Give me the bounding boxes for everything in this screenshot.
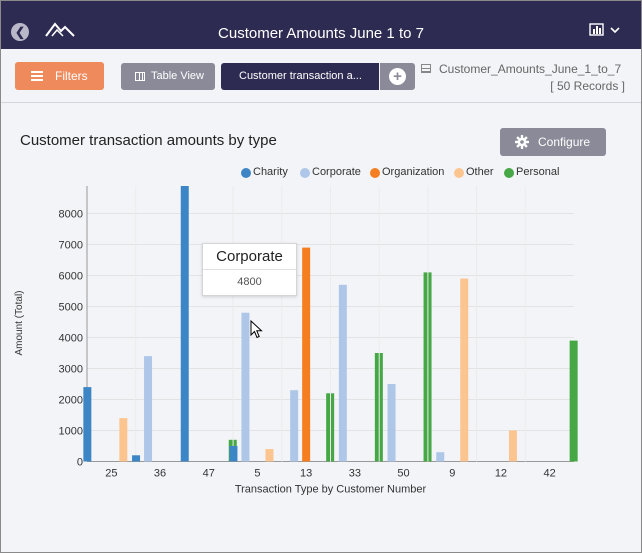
y-tick-label: 1000 xyxy=(59,426,83,438)
x-tick-label: 13 xyxy=(300,468,312,480)
mouse-pointer-icon xyxy=(250,320,263,339)
x-tick-label: 47 xyxy=(203,468,215,480)
grid-icon xyxy=(135,72,145,81)
tab-customer-transaction[interactable]: Customer transaction a... xyxy=(221,63,379,90)
legend-label: Organization xyxy=(382,166,445,178)
bar-corporate xyxy=(290,390,299,462)
bar-other xyxy=(508,430,517,462)
x-tick-label: 9 xyxy=(449,468,455,480)
gear-icon xyxy=(515,135,529,149)
legend-swatch xyxy=(504,168,514,178)
tooltip-value: 4800 xyxy=(237,276,262,288)
page-title: Customer Amounts June 1 to 7 xyxy=(218,25,424,42)
legend-label: Charity xyxy=(253,166,288,178)
filters-label: Filters xyxy=(55,69,88,83)
table-view-button[interactable]: Table View xyxy=(121,63,215,90)
app-frame: ❮ Customer Amounts June 1 to 7 Filters T… xyxy=(0,0,642,553)
y-tick-label: 4000 xyxy=(59,333,83,345)
bar-chart-dropdown-icon[interactable] xyxy=(589,23,623,39)
x-tick-label: 42 xyxy=(544,468,556,480)
toolbar: Filters Table View Customer transaction … xyxy=(1,49,641,103)
record-count: [ 50 Records ] xyxy=(550,79,625,93)
x-tick-label: 33 xyxy=(349,468,361,480)
bar-corporate xyxy=(436,452,445,462)
table-view-label: Table View xyxy=(151,70,204,82)
bar-corporate xyxy=(387,384,396,462)
bar-corporate xyxy=(338,284,347,462)
tooltip-divider xyxy=(203,269,296,270)
table-icon xyxy=(421,64,431,73)
bar-charity xyxy=(132,455,141,462)
legend-swatch xyxy=(241,168,251,178)
bar-other xyxy=(460,278,469,462)
x-tick-label: 12 xyxy=(495,468,507,480)
bar-chart: 0 1000 2000 3000 4000 5000 6000 7000 8000 25 36 47 5… xyxy=(14,186,578,496)
y-tick-label: 6000 xyxy=(59,271,83,283)
legend-label: Other xyxy=(466,166,494,178)
legend-swatch xyxy=(454,168,464,178)
x-tick-label: 36 xyxy=(154,468,166,480)
bar-organization xyxy=(302,247,311,462)
legend-label: Corporate xyxy=(312,166,361,178)
hamburger-icon xyxy=(31,71,43,81)
bar-other xyxy=(119,418,128,462)
tooltip-title: Corporate xyxy=(216,248,283,265)
filters-button[interactable]: Filters xyxy=(15,62,104,90)
dataset-name: Customer_Amounts_June_1_to_7 xyxy=(439,62,622,76)
bar-charity xyxy=(229,446,238,462)
add-view-button[interactable]: + xyxy=(380,63,415,90)
bar-charity xyxy=(83,387,92,462)
bar-charity xyxy=(180,186,189,462)
configure-label: Configure xyxy=(538,135,591,149)
plus-circle-icon: + xyxy=(389,68,406,85)
bar-personal xyxy=(569,340,578,462)
configure-button[interactable]: Configure xyxy=(500,128,606,156)
legend-label: Personal xyxy=(516,166,560,178)
y-tick-label: 5000 xyxy=(59,302,83,314)
x-axis-title: Transaction Type by Customer Number xyxy=(235,484,427,496)
legend-swatch xyxy=(300,168,310,178)
y-tick-label: 0 xyxy=(77,457,83,469)
bar-other xyxy=(265,449,274,462)
legend-swatch xyxy=(370,168,380,178)
x-tick-label: 25 xyxy=(105,468,117,480)
y-tick-label: 7000 xyxy=(59,240,83,252)
chart-title: Customer transaction amounts by type xyxy=(20,132,277,149)
y-tick-label: 8000 xyxy=(59,209,83,221)
bar-corporate xyxy=(241,312,250,462)
x-tick-label: 50 xyxy=(397,468,409,480)
y-tick-label: 3000 xyxy=(59,364,83,376)
top-bar: ❮ Customer Amounts June 1 to 7 xyxy=(1,1,641,49)
x-tick-label: 5 xyxy=(254,468,260,480)
y-tick-label: 2000 xyxy=(59,395,83,407)
bar-corporate xyxy=(144,356,153,462)
y-axis-title: Amount (Total) xyxy=(14,290,25,355)
chart-tooltip: Corporate 4800 xyxy=(202,243,297,296)
